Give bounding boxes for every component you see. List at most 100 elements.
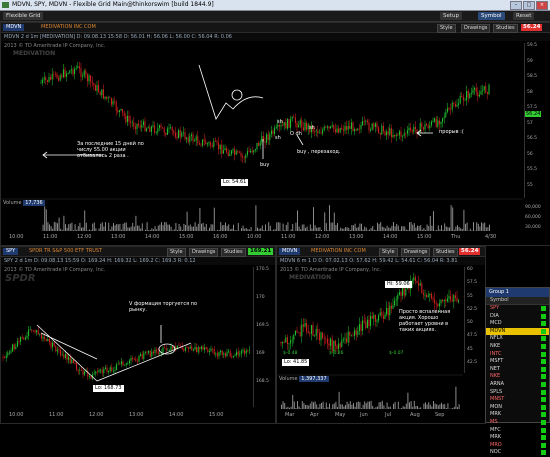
time-tick-label: 10:00 <box>247 234 261 240</box>
main-candle-body <box>445 112 446 117</box>
main-candle-body <box>255 149 256 150</box>
daily-candle-body <box>290 340 291 343</box>
daily-candle-body <box>418 283 419 286</box>
main-candle-body <box>97 85 98 91</box>
maximize-button[interactable]: □ <box>523 1 535 10</box>
volume-label: Volume <box>3 200 22 206</box>
daily-volume-bar <box>300 408 301 409</box>
daily-candle-body <box>292 340 293 341</box>
main-candle-body <box>157 128 158 132</box>
daily-volume-bar <box>433 401 434 409</box>
main-volume-bar <box>113 223 114 231</box>
watchlist-item[interactable]: MON <box>486 404 549 412</box>
main-volume-bar <box>321 230 322 231</box>
main-candle-body <box>92 81 93 83</box>
spy-candle-body <box>209 351 210 352</box>
main-volume-bar <box>476 222 477 231</box>
main-candle-body <box>258 143 259 146</box>
event-marker-3[interactable]: $-0.07 <box>389 351 404 356</box>
daily-volume-bar <box>342 404 343 409</box>
axis-tick-label: 55.5 <box>527 167 537 172</box>
daily-candle-body <box>313 325 314 336</box>
close-button[interactable]: × <box>536 1 548 10</box>
main-candle-body <box>61 75 62 77</box>
main-volume-bar <box>385 228 386 231</box>
spy-candle-body <box>131 358 132 360</box>
spy-candle-body <box>225 353 226 356</box>
main-volume-bar <box>71 223 72 231</box>
daily-candle-body <box>399 292 400 295</box>
main-candle-body <box>287 119 288 129</box>
watchlist-item[interactable]: MFC <box>486 427 549 435</box>
watchlist-title[interactable]: Group 1 <box>486 288 549 297</box>
watchlist-item[interactable]: NET <box>486 366 549 374</box>
spy-candle-body <box>143 353 144 359</box>
daily-volume-bar <box>444 404 445 409</box>
watchlist-item[interactable]: MRO <box>486 442 549 450</box>
axis-tick-label: 42.5 <box>467 360 477 365</box>
watchlist-item[interactable]: MRK <box>486 434 549 442</box>
main-candle-body <box>93 83 94 85</box>
watchlist-item[interactable]: MDVN <box>486 328 549 336</box>
main-volume-bar <box>228 224 229 231</box>
main-volume-bar <box>185 225 186 231</box>
main-time-axis: 10:0011:0012:0013:0014:0015:0016:0010:00… <box>1 234 523 243</box>
watchlist-header[interactable]: Symbol <box>486 297 549 305</box>
main-volume-bar <box>52 229 53 231</box>
main-candle-body <box>42 80 43 83</box>
main-volume-bar <box>70 224 71 231</box>
reset-button[interactable]: Reset <box>513 12 534 20</box>
grid-selector[interactable]: Flexible Grid <box>3 12 43 20</box>
watchlist-symbol: ARNA <box>490 381 504 387</box>
main-candle-body <box>458 103 459 105</box>
minimize-button[interactable]: – <box>510 1 522 10</box>
watchlist-item[interactable]: DIA <box>486 313 549 321</box>
spy-candle-body <box>139 356 140 362</box>
watchlist-item[interactable]: MCD <box>486 320 549 328</box>
window-title: MDVN, SPY, MDVN - Flexible Grid Main@thi… <box>12 0 214 10</box>
main-volume-bar <box>198 224 199 231</box>
watchlist-item[interactable]: MSFT <box>486 358 549 366</box>
main-candle-body <box>391 128 392 137</box>
main-volume-bar <box>255 205 256 231</box>
main-candle-body <box>292 117 293 119</box>
symbol-button[interactable]: Symbol <box>478 12 505 20</box>
main-volume-bar <box>447 227 448 231</box>
main-candle-body <box>183 132 184 133</box>
main-candle-body <box>87 74 88 81</box>
spy-candle-body <box>94 373 95 374</box>
main-candle-body <box>170 127 171 128</box>
watchlist-item[interactable]: NKE <box>486 343 549 351</box>
main-candle-body <box>377 123 378 127</box>
daily-candle-body <box>452 300 453 302</box>
main-candle-body <box>482 90 483 91</box>
watchlist-item[interactable]: SPY <box>486 305 549 313</box>
main-volume-bar <box>79 223 80 231</box>
main-volume-bar <box>103 227 104 231</box>
watchlist-item[interactable]: NOC <box>486 449 549 457</box>
main-volume-bar <box>123 224 124 231</box>
event-marker-2[interactable]: $-0.26 <box>329 351 344 356</box>
axis-tick-label: 50 <box>467 320 473 325</box>
main-candle-body <box>389 128 390 134</box>
daily-volume-bar <box>310 404 311 409</box>
event-marker-1[interactable]: $-0.48 <box>283 351 298 356</box>
main-candle-body <box>162 127 163 128</box>
watchlist-item[interactable]: INTC <box>486 351 549 359</box>
main-candle-body <box>423 127 424 129</box>
setup-button[interactable]: Setup <box>440 12 462 20</box>
main-candle-body <box>489 85 490 94</box>
watchlist-item[interactable]: NKE <box>486 373 549 381</box>
watchlist-item[interactable]: NFLX <box>486 335 549 343</box>
watchlist-item[interactable]: ARNA <box>486 381 549 389</box>
daily-candle-body <box>321 332 322 340</box>
main-volume-bar <box>361 224 362 231</box>
spy-candle-body <box>59 350 60 351</box>
daily-candle-body <box>381 312 382 315</box>
daily-volume-bar <box>428 402 429 409</box>
main-volume-bar <box>175 223 176 231</box>
daily-candle-body <box>284 342 285 343</box>
watchlist-item[interactable]: MRK <box>486 411 549 419</box>
watchlist-item[interactable]: SPLS <box>486 389 549 397</box>
watchlist-item[interactable]: MNST <box>486 396 549 404</box>
